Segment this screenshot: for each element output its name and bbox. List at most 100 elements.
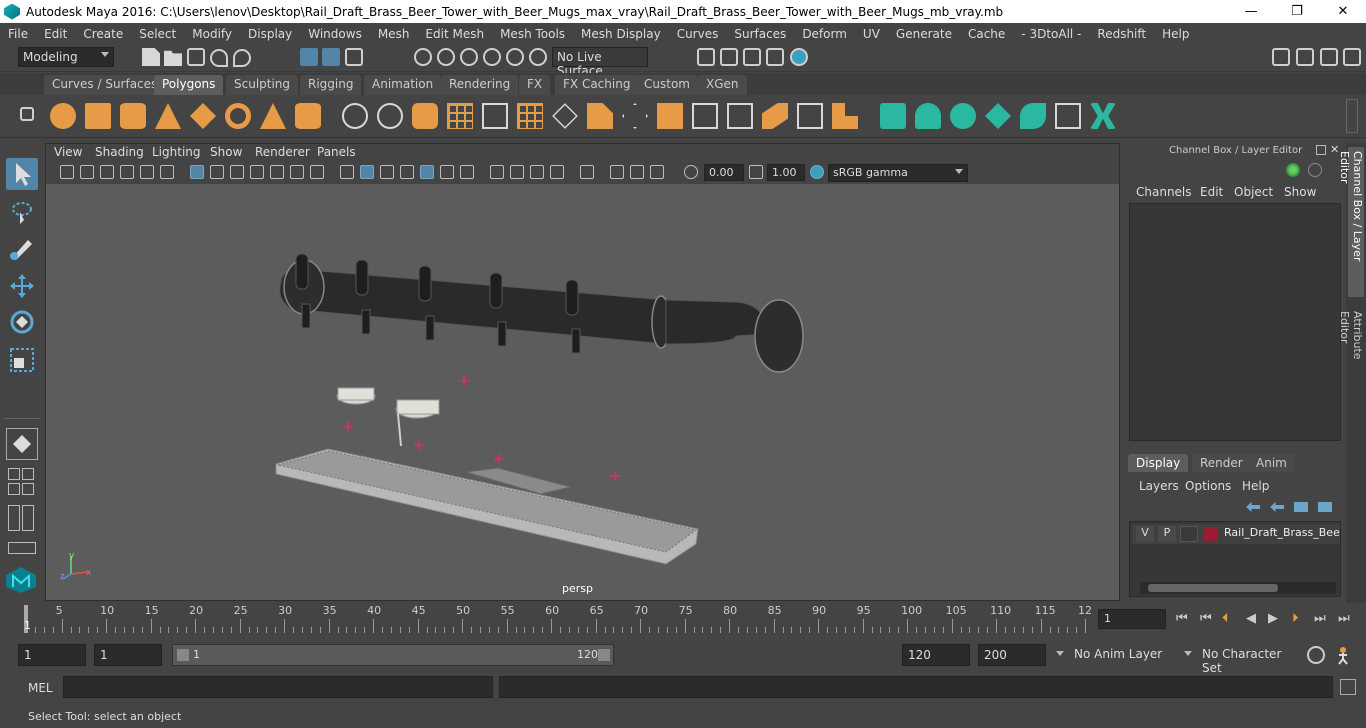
image-plane-icon[interactable] [120, 165, 134, 179]
x-ray-icon[interactable] [610, 165, 624, 179]
channel-list[interactable] [1129, 203, 1341, 441]
undo-icon[interactable] [210, 49, 228, 67]
layer-name[interactable]: Rail_Draft_Brass_Beer_ [1224, 526, 1340, 539]
edit-menu[interactable]: Edit [1200, 185, 1223, 199]
two-d-pan-zoom-icon[interactable] [140, 165, 154, 179]
bookmarks-icon[interactable] [100, 165, 114, 179]
range-end-handle[interactable] [598, 649, 610, 661]
open-scene-icon[interactable] [164, 50, 182, 66]
planar-uv-icon[interactable] [880, 103, 906, 129]
magnet-icon[interactable] [529, 48, 547, 66]
select-by-component-icon[interactable] [345, 48, 363, 66]
film-gate-icon[interactable] [210, 165, 224, 179]
menu-generate[interactable]: Generate [888, 27, 960, 41]
x-ray-joints-icon[interactable] [630, 165, 644, 179]
safe-title-icon[interactable] [310, 165, 324, 179]
persp-outliner-layout-icon[interactable] [22, 468, 34, 480]
shelf-tab-custom[interactable]: Custom [636, 75, 698, 95]
side-tab-attribute-editor[interactable]: Attribute Editor [1338, 307, 1364, 397]
gamma-field[interactable]: 1.00 [767, 164, 805, 181]
layer-color-swatch[interactable] [1204, 527, 1218, 541]
extract-icon[interactable] [412, 103, 438, 129]
shelf-tab-animation[interactable]: Animation [364, 75, 442, 95]
poly-torus-icon[interactable] [225, 103, 251, 129]
camera-attributes-icon[interactable] [80, 165, 94, 179]
layer-playback-toggle[interactable]: P [1158, 526, 1176, 542]
safe-action-icon[interactable] [290, 165, 304, 179]
grid-toggle-icon[interactable] [190, 165, 204, 179]
menu-redshift[interactable]: Redshift [1089, 27, 1154, 41]
uv-editor-icon[interactable] [1055, 103, 1081, 129]
menu-display[interactable]: Display [240, 27, 300, 41]
move-layer-up-icon[interactable] [1246, 502, 1260, 512]
channel-box-sync-icon[interactable] [1308, 163, 1322, 177]
extrude-icon[interactable] [587, 103, 613, 129]
layer-horizontal-scrollbar[interactable] [1140, 582, 1336, 594]
combine-icon[interactable] [342, 103, 368, 129]
menu-edit[interactable]: Edit [36, 27, 75, 41]
rotate-tool-icon[interactable] [6, 306, 38, 338]
render-settings-icon[interactable] [766, 48, 784, 66]
target-weld-icon[interactable] [832, 103, 858, 129]
range-bar[interactable]: 1 120 [172, 644, 614, 666]
animation-preferences-icon[interactable] [1336, 645, 1356, 665]
gamma-icon[interactable] [749, 165, 763, 179]
panel-menu-show[interactable]: Show [210, 145, 242, 159]
animation-end-field[interactable]: 200 [978, 644, 1046, 666]
shelf-tab-polygons[interactable]: Polygons [154, 75, 224, 95]
character-set-dropdown[interactable]: No Character Set [1180, 644, 1298, 675]
float-panel-icon[interactable] [1316, 145, 1326, 155]
time-ruler[interactable]: 5 10 15 20 25 30 35 40 45 50 55 60 65 70 75 80 85 90 95 100… [18, 603, 1092, 635]
new-scene-icon[interactable] [142, 48, 160, 66]
menu-deform[interactable]: Deform [794, 27, 855, 41]
options-menu[interactable]: Options [1185, 479, 1231, 493]
live-surface-field[interactable]: No Live Surface [552, 47, 648, 78]
shelf-tab-xgen[interactable]: XGen [698, 75, 747, 95]
channels-menu[interactable]: Channels [1136, 185, 1192, 199]
merge-icon[interactable] [797, 103, 823, 129]
menu-mesh-tools[interactable]: Mesh Tools [492, 27, 573, 41]
view-transform-dropdown[interactable]: sRGB gamma [828, 164, 968, 182]
layer-tab-display[interactable]: Display [1128, 454, 1189, 472]
layer-display-type-toggle[interactable] [1180, 526, 1198, 542]
shelf-tab-fx[interactable]: FX [519, 75, 551, 95]
render-current-frame-icon[interactable] [720, 48, 738, 66]
move-tool-icon[interactable] [6, 270, 38, 302]
wireframe-icon[interactable] [340, 165, 354, 179]
select-by-hierarchy-icon[interactable] [300, 48, 318, 66]
current-frame-field[interactable]: 1 [1098, 609, 1166, 629]
shelf-tab-rendering[interactable]: Rendering [441, 75, 519, 95]
field-chart-icon[interactable] [270, 165, 284, 179]
close-button[interactable]: ✕ [1320, 0, 1366, 23]
layer-help-menu[interactable]: Help [1242, 479, 1269, 493]
menu-select[interactable]: Select [131, 27, 184, 41]
hypershade-layout-icon[interactable] [22, 483, 34, 495]
panel-menu-panels[interactable]: Panels [317, 145, 356, 159]
poly-cylinder-icon[interactable] [120, 103, 146, 129]
hypershade-icon[interactable] [790, 48, 808, 66]
snap-to-view-plane-icon[interactable] [483, 48, 501, 66]
layer-visibility-toggle[interactable]: V [1136, 526, 1154, 542]
menu-mesh-display[interactable]: Mesh Display [573, 27, 669, 41]
step-back-key-icon[interactable]: ⏮ [1200, 611, 1212, 626]
default-material-icon[interactable] [380, 165, 394, 179]
workspace-icon[interactable] [1272, 48, 1290, 66]
ipr-render-icon[interactable] [743, 48, 761, 66]
grease-pencil-icon[interactable] [160, 165, 174, 179]
outliner-toggle-icon[interactable] [8, 542, 36, 554]
select-by-object-icon[interactable] [322, 48, 340, 66]
smooth-shade-icon[interactable] [360, 165, 374, 179]
object-menu[interactable]: Object [1234, 185, 1273, 199]
bridge-icon[interactable] [657, 103, 683, 129]
exposure-field[interactable]: 0.00 [704, 164, 744, 181]
backface-culling-icon[interactable] [650, 165, 664, 179]
side-tab-channel-box[interactable]: Channel Box / Layer Editor [1338, 147, 1364, 297]
animation-start-field[interactable]: 1 [18, 644, 86, 666]
shelf-tab-sculpting[interactable]: Sculpting [226, 75, 299, 95]
color-management-icon[interactable] [810, 165, 824, 179]
step-forward-key-icon[interactable]: ⏭ [1314, 611, 1326, 626]
automatic-uv-icon[interactable] [985, 103, 1011, 129]
layers-menu[interactable]: Layers [1139, 479, 1179, 493]
outliner-layout-icon[interactable] [8, 505, 20, 531]
new-layer-from-selected-icon[interactable] [1318, 502, 1332, 512]
